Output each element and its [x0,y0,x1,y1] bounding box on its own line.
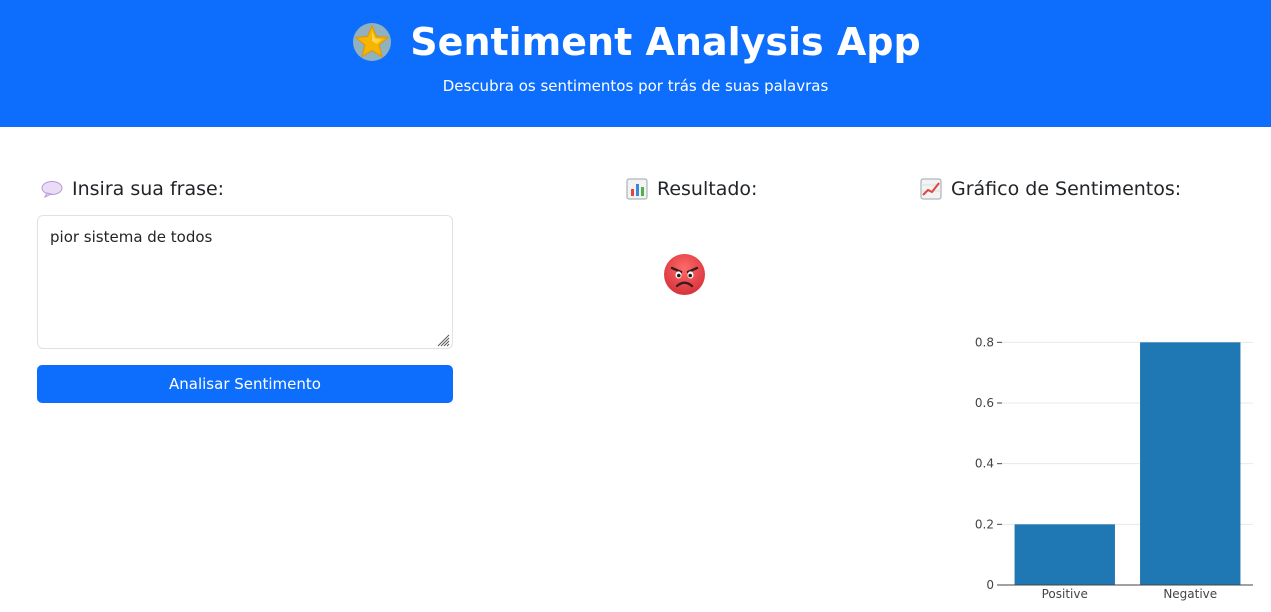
star-icon [350,20,394,64]
input-heading-label: Insira sua frase: [72,178,225,200]
y-tick-label: 0.6 [975,396,994,410]
sentence-text-value: pior sistema de todos [50,228,213,246]
x-tick-label: Negative [1163,587,1217,601]
speech-bubble-icon [40,178,64,200]
bar-negative [1140,342,1241,585]
y-tick-label: 0.8 [975,335,994,349]
y-tick-label: 0.2 [975,517,994,531]
chart-heading-label: Gráfico de Sentimentos: [951,178,1182,200]
header-title-row: Sentiment Analysis App [0,18,1271,66]
result-heading-label: Resultado: [657,178,758,200]
app-header: Sentiment Analysis App Descubra os senti… [0,0,1271,127]
analyze-sentiment-button[interactable]: Analisar Sentimento [37,365,453,403]
bar-chart-icon [625,178,649,200]
resize-grip-icon[interactable] [436,332,450,347]
input-section-heading: Insira sua frase: [40,176,224,202]
y-tick-label: 0.4 [975,457,994,471]
angry-face-icon [663,253,706,296]
page-subtitle: Descubra os sentimentos por trás de suas… [442,77,829,95]
chart-increasing-icon [919,178,943,200]
chart-section-heading: Gráfico de Sentimentos: [919,176,1181,202]
x-tick-label: Positive [1042,587,1088,601]
sentence-textarea[interactable]: pior sistema de todos [37,215,453,349]
y-tick-label: 0 [986,578,994,592]
result-section-heading: Resultado: [625,176,757,202]
page-title: Sentiment Analysis App [410,20,921,64]
bar-positive [1014,524,1115,585]
sentiment-chart: 0 0.2 0.4 0.6 0.8 Positive Negative [950,300,1271,608]
sentiment-bar-chart: 0 0.2 0.4 0.6 0.8 Positive Negative [975,335,1253,601]
